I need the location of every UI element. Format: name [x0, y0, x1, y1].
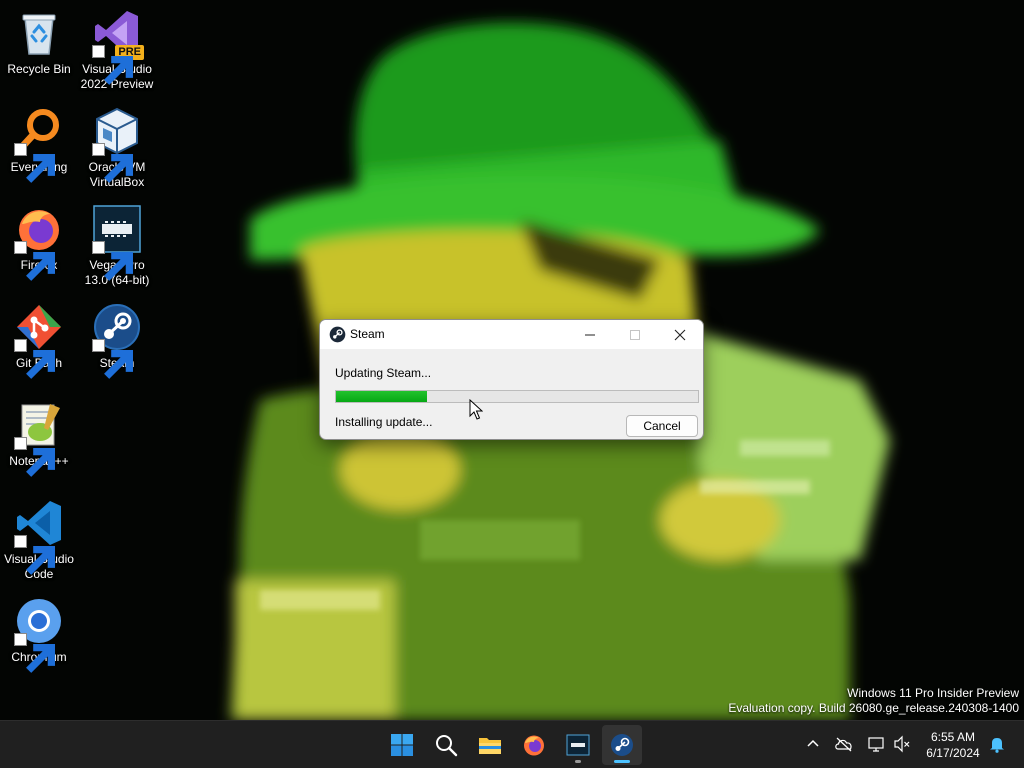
shortcut-arrow-icon: [14, 633, 56, 673]
dialog-title: Steam: [350, 327, 385, 341]
start-button[interactable]: [382, 725, 422, 765]
steam-icon: [611, 734, 633, 756]
shortcut-arrow-icon: [92, 339, 133, 379]
taskbar[interactable]: 6:55 AM 6/17/2024: [0, 720, 1024, 768]
network-tray-button[interactable]: [866, 734, 886, 754]
minimize-button[interactable]: [567, 320, 613, 349]
minimize-icon: [585, 334, 595, 335]
close-button[interactable]: [657, 320, 703, 349]
steam-icon: [329, 326, 346, 343]
search-icon: [436, 735, 458, 757]
taskbar-steam[interactable]: [602, 725, 642, 765]
desktop-icon-firefox[interactable]: Firefox: [0, 204, 78, 281]
taskbar-clock[interactable]: 6:55 AM 6/17/2024: [920, 729, 986, 761]
install-status-text: Installing update...: [335, 415, 433, 429]
desktop-icon-vegas-pro[interactable]: Vegas Pro 13.0 (64-bit): [78, 204, 156, 288]
network-icon: [868, 737, 884, 752]
file-explorer-icon: [479, 738, 501, 754]
update-status-text: Updating Steam...: [335, 366, 432, 380]
vegas-pro-icon: [566, 734, 590, 756]
desktop-icon-vscode[interactable]: Visual Studio Code: [0, 498, 78, 582]
desktop-icon-virtualbox[interactable]: Oracle VM VirtualBox: [78, 106, 156, 190]
update-progress-bar: [335, 390, 699, 403]
steam-update-dialog[interactable]: Steam Updating Steam... Installing updat…: [319, 319, 704, 440]
shortcut-arrow-icon: [92, 241, 133, 281]
mouse-cursor-icon: [469, 399, 483, 420]
watermark-build: Evaluation copy. Build 26080.ge_release.…: [728, 701, 1019, 715]
progress-bar-fill: [336, 391, 427, 402]
chevron-up-icon: [807, 739, 819, 747]
notifications-button[interactable]: [987, 734, 1007, 754]
running-indicator: [575, 760, 581, 763]
evaluation-watermark: Windows 11 Pro Insider Preview Evaluatio…: [728, 686, 1019, 716]
watermark-edition: Windows 11 Pro Insider Preview: [847, 686, 1019, 700]
desktop-icon-notepad-plus-plus[interactable]: Notepad++: [0, 400, 78, 477]
desktop-icon-chromium[interactable]: Chromium: [0, 596, 78, 673]
firefox-icon: [524, 735, 544, 756]
maximize-icon: [630, 329, 640, 340]
taskbar-firefox[interactable]: [514, 725, 554, 765]
shortcut-arrow-icon: [14, 241, 56, 281]
shortcut-arrow-icon: [92, 143, 133, 183]
recycle-bin-icon: [22, 14, 56, 55]
shortcut-arrow-icon: [14, 339, 56, 379]
cancel-button[interactable]: Cancel: [626, 415, 698, 437]
volume-tray-button[interactable]: [892, 734, 912, 754]
maximize-button[interactable]: [612, 320, 658, 349]
clock-date: 6/17/2024: [926, 746, 980, 760]
close-icon: [674, 329, 686, 340]
desktop[interactable]: Recycle Bin PRE Visual Studio 2022 Previ…: [0, 0, 1024, 720]
shortcut-arrow-icon: [92, 45, 133, 85]
desktop-icon-steam[interactable]: Steam: [78, 302, 156, 379]
onedrive-icon: [835, 737, 852, 752]
dialog-titlebar[interactable]: Steam: [320, 320, 703, 349]
show-hidden-icons-button[interactable]: [803, 734, 823, 754]
shortcut-arrow-icon: [14, 535, 56, 575]
clock-time: 6:55 AM: [930, 730, 976, 744]
desktop-icon-recycle-bin[interactable]: Recycle Bin: [0, 8, 78, 77]
notification-bell-icon: [990, 738, 1004, 753]
desktop-icon-label: Recycle Bin: [7, 62, 71, 76]
onedrive-tray-button[interactable]: [834, 734, 854, 754]
shortcut-arrow-icon: [14, 437, 56, 477]
desktop-icon-everything[interactable]: Everything: [0, 106, 78, 183]
taskbar-vegas-pro[interactable]: [558, 725, 598, 765]
volume-muted-icon: [894, 735, 910, 753]
taskbar-file-explorer[interactable]: [470, 725, 510, 765]
desktop-icon-visual-studio[interactable]: PRE Visual Studio 2022 Preview: [78, 8, 156, 92]
desktop-icon-git-bash[interactable]: Git Bash: [0, 302, 78, 379]
shortcut-arrow-icon: [14, 143, 56, 183]
taskbar-search-button[interactable]: [426, 725, 466, 765]
start-icon: [391, 734, 413, 756]
active-indicator: [614, 760, 630, 763]
